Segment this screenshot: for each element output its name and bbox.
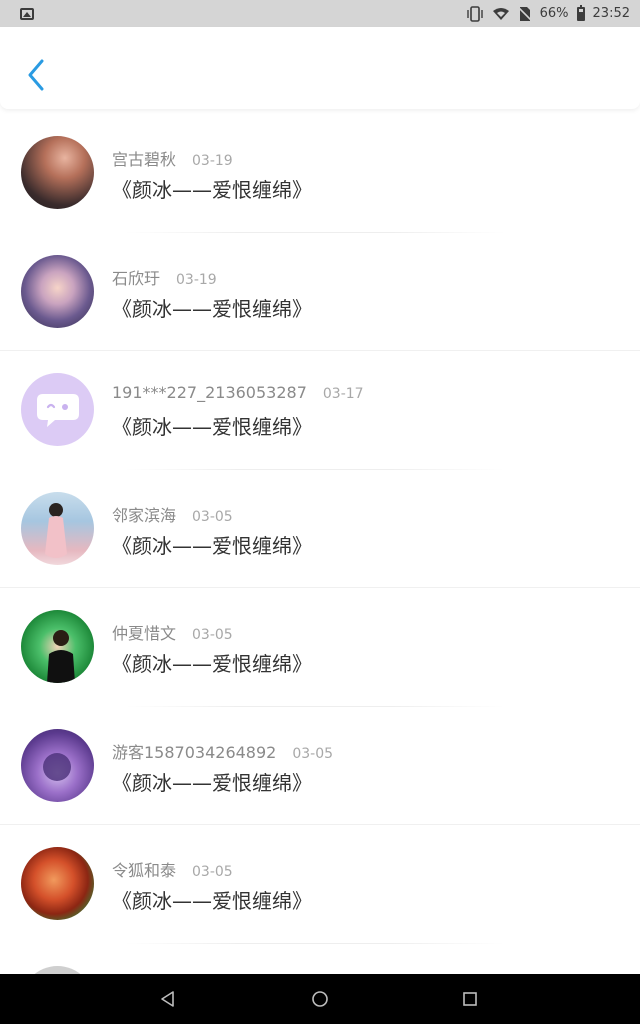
- avatar[interactable]: [21, 373, 94, 446]
- vibrate-icon: [466, 5, 484, 22]
- list-item[interactable]: [0, 944, 640, 974]
- avatar[interactable]: [21, 965, 94, 974]
- list-item[interactable]: 宫古碧秋 03-19 《颜冰——爱恨缠绵》: [0, 114, 640, 233]
- comment-text: 《颜冰——爱恨缠绵》: [112, 296, 312, 321]
- comment-date: 03-17: [322, 386, 364, 402]
- battery-icon: [576, 4, 585, 21]
- list-item[interactable]: 石欣玗 03-19 《颜冰——爱恨缠绵》: [0, 233, 640, 351]
- comment-date: 03-05: [292, 745, 334, 762]
- nav-back-button[interactable]: [154, 985, 182, 1013]
- nav-home-button[interactable]: [306, 985, 334, 1013]
- comment-date: 03-05: [192, 627, 233, 643]
- username: 191***227_2136053287: [112, 383, 307, 402]
- list-item[interactable]: 游客1587034264892 03-05 《颜冰——爱恨缠绵》: [0, 707, 640, 825]
- back-button[interactable]: [20, 55, 52, 95]
- list-item[interactable]: 仲夏惜文 03-05 《颜冰——爱恨缠绵》: [0, 588, 640, 707]
- back-triangle-icon: [161, 991, 174, 1007]
- status-bar: 66% 23:52: [0, 0, 640, 27]
- wifi-icon: [492, 7, 510, 21]
- recents-square-icon: [463, 992, 477, 1006]
- username: 邻家滨海: [112, 505, 177, 525]
- chat-bubble-icon: [36, 393, 79, 427]
- clock: 23:52: [592, 6, 630, 21]
- avatar[interactable]: [21, 254, 94, 328]
- no-sim-icon: [517, 5, 532, 22]
- battery-percent: 66%: [539, 6, 569, 21]
- username: 石欣玗: [112, 268, 161, 288]
- image-notification-icon: [20, 7, 34, 20]
- avatar[interactable]: [21, 847, 94, 920]
- username: 游客1587034264892: [112, 742, 277, 762]
- list-item[interactable]: 191***227_2136053287 03-17 《颜冰——爱恨缠绵》: [0, 351, 640, 470]
- username: 宫古碧秋: [112, 150, 177, 169]
- comment-date: 03-05: [192, 508, 233, 525]
- avatar[interactable]: [21, 136, 94, 209]
- navigation-bar: [0, 974, 640, 1024]
- comment-date: 03-19: [176, 271, 217, 288]
- list-item[interactable]: 令狐和泰 03-05 《颜冰——爱恨缠绵》: [0, 825, 640, 944]
- username: 令狐和泰: [112, 861, 177, 880]
- comment-text: 《颜冰——爱恨缠绵》: [112, 652, 312, 676]
- header: [0, 27, 640, 109]
- home-circle-icon: [312, 991, 328, 1007]
- avatar[interactable]: [21, 491, 94, 565]
- comment-date: 03-19: [192, 153, 233, 169]
- comment-text: 《颜冰——爱恨缠绵》: [112, 533, 312, 558]
- comment-text: 《颜冰——爱恨缠绵》: [112, 770, 312, 795]
- comment-date: 03-05: [192, 864, 233, 880]
- avatar[interactable]: [21, 728, 94, 802]
- comment-text: 《颜冰——爱恨缠绵》: [112, 178, 312, 202]
- comment-text: 《颜冰——爱恨缠绵》: [112, 889, 312, 913]
- comment-text: 《颜冰——爱恨缠绵》: [112, 415, 312, 439]
- username: 仲夏惜文: [112, 624, 177, 643]
- nav-recents-button[interactable]: [456, 985, 484, 1013]
- avatar[interactable]: [21, 610, 94, 683]
- chevron-left-icon: [28, 59, 44, 91]
- comment-list: 宫古碧秋 03-19 《颜冰——爱恨缠绵》 石欣玗 03-19 《颜冰——爱恨缠…: [0, 114, 640, 974]
- list-item[interactable]: 邻家滨海 03-05 《颜冰——爱恨缠绵》: [0, 470, 640, 588]
